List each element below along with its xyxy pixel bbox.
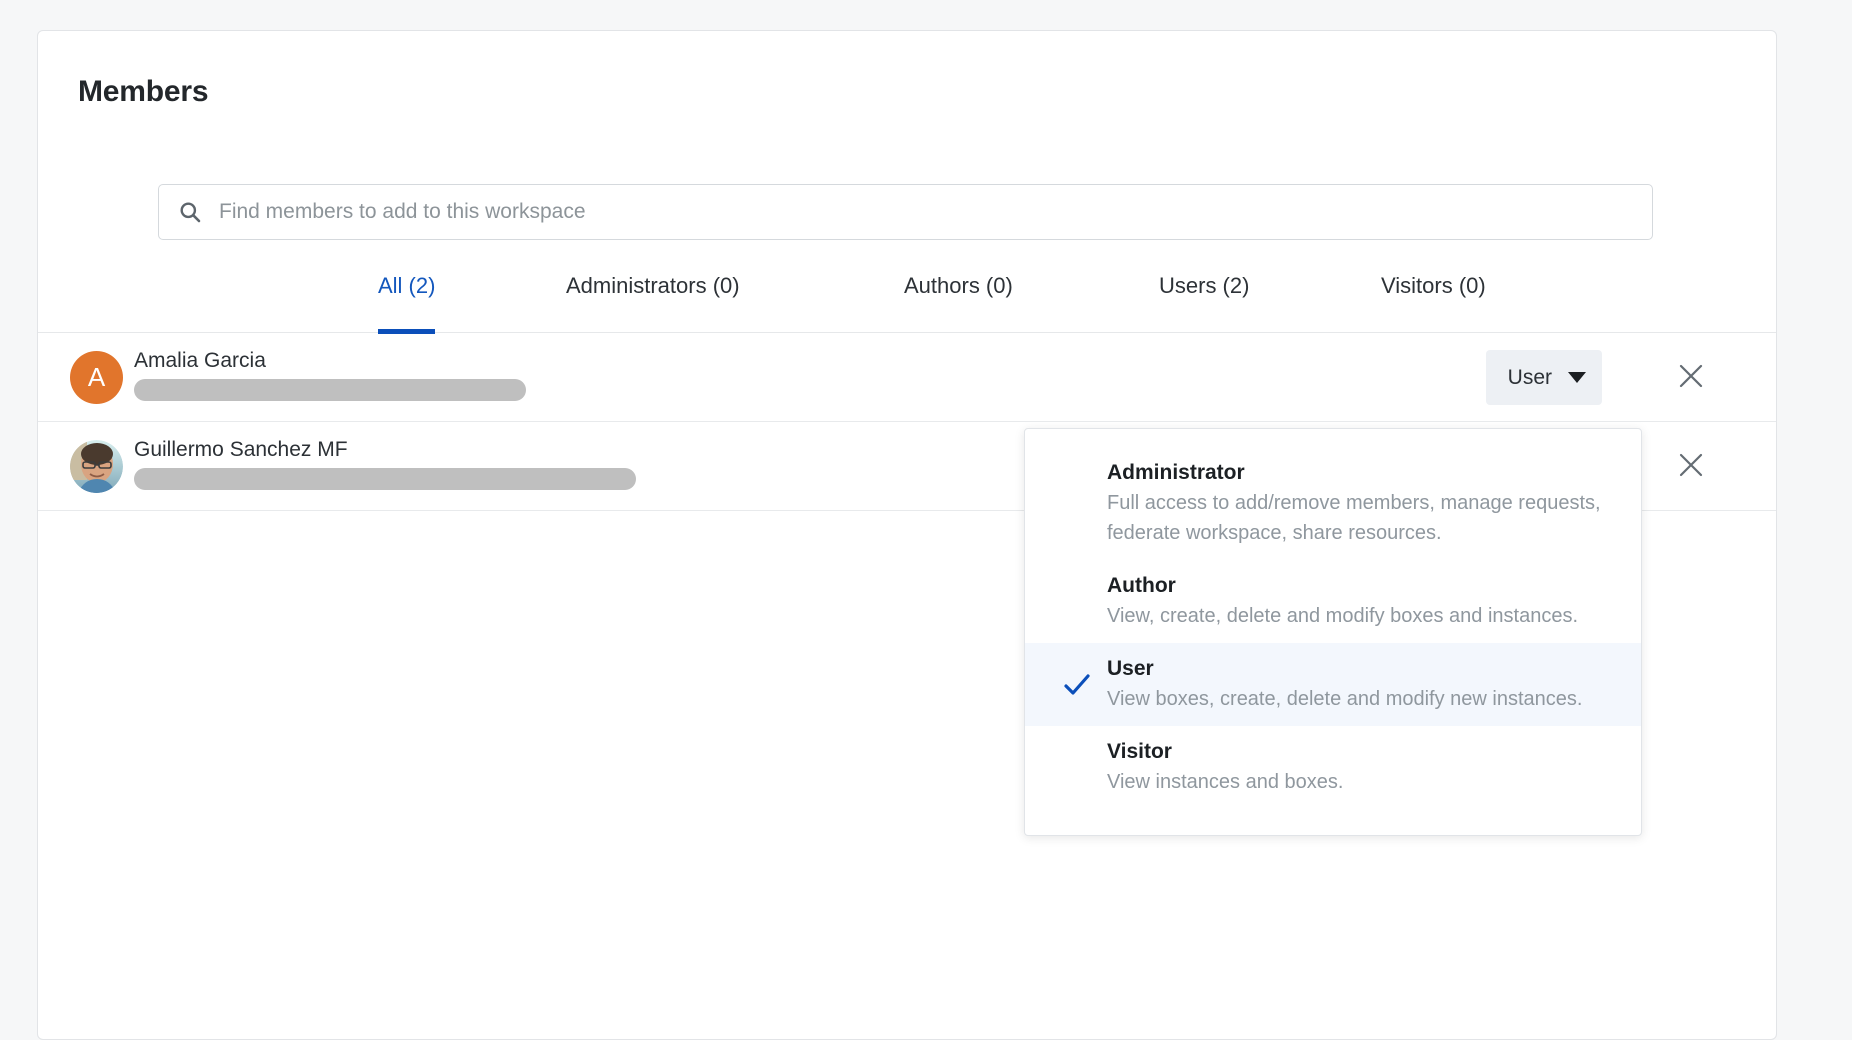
avatar: A (70, 350, 123, 404)
role-option-administrator[interactable]: Administrator Full access to add/remove … (1025, 447, 1641, 560)
remove-member-button[interactable] (1674, 359, 1708, 393)
role-select-label: User (1507, 365, 1552, 389)
role-select-button[interactable]: User (1485, 350, 1602, 405)
member-details: Guillermo Sanchez MF (134, 437, 636, 490)
member-details: Amalia Garcia (134, 348, 526, 401)
tab-authors-label: Authors (0) (904, 273, 1013, 298)
role-option-description: Full access to add/remove members, manag… (1107, 492, 1601, 544)
chevron-down-icon (1568, 372, 1586, 383)
member-filter-tabs: All (2) Administrators (0) Authors (0) U… (38, 261, 1776, 334)
close-icon (1679, 453, 1703, 477)
close-icon (1679, 364, 1703, 388)
avatar-photo (70, 439, 123, 493)
member-email-redacted (134, 468, 636, 490)
check-icon (1063, 671, 1091, 699)
page-title: Members (78, 75, 209, 108)
role-option-visitor[interactable]: Visitor View instances and boxes. (1025, 726, 1641, 809)
tab-all[interactable]: All (2) (378, 273, 436, 334)
tab-users[interactable]: Users (2) (1159, 273, 1249, 333)
tab-visitors-label: Visitors (0) (1381, 273, 1486, 298)
role-option-user[interactable]: User View boxes, create, delete and modi… (1025, 643, 1641, 726)
search-input[interactable] (217, 196, 1601, 228)
search-icon (179, 201, 201, 223)
avatar (70, 439, 123, 493)
search-box[interactable] (158, 184, 1653, 240)
tab-visitors[interactable]: Visitors (0) (1381, 273, 1486, 333)
role-option-title: User (1107, 657, 1154, 680)
members-page: Members All (2) Administrators (0) Autho… (0, 0, 1852, 1040)
tab-administrators-label: Administrators (0) (566, 273, 740, 298)
role-option-description: View, create, delete and modify boxes an… (1107, 605, 1579, 627)
avatar-initial: A (87, 361, 106, 392)
tab-users-label: Users (2) (1159, 273, 1250, 298)
table-row: A Amalia Garcia User (38, 333, 1776, 422)
tab-administrators[interactable]: Administrators (0) (566, 273, 740, 333)
role-option-title: Author (1107, 574, 1176, 597)
member-name: Amalia Garcia (134, 349, 266, 372)
member-name: Guillermo Sanchez MF (134, 438, 348, 461)
member-email-redacted (134, 379, 526, 401)
role-option-title: Visitor (1107, 740, 1172, 763)
role-option-title: Administrator (1107, 461, 1245, 484)
tab-authors[interactable]: Authors (0) (904, 273, 1013, 333)
remove-member-button[interactable] (1674, 448, 1708, 482)
role-option-author[interactable]: Author View, create, delete and modify b… (1025, 560, 1641, 643)
role-dropdown-menu: Administrator Full access to add/remove … (1024, 428, 1642, 836)
role-option-description: View boxes, create, delete and modify ne… (1107, 688, 1583, 710)
tab-all-label: All (2) (378, 273, 436, 298)
role-option-description: View instances and boxes. (1107, 771, 1344, 793)
